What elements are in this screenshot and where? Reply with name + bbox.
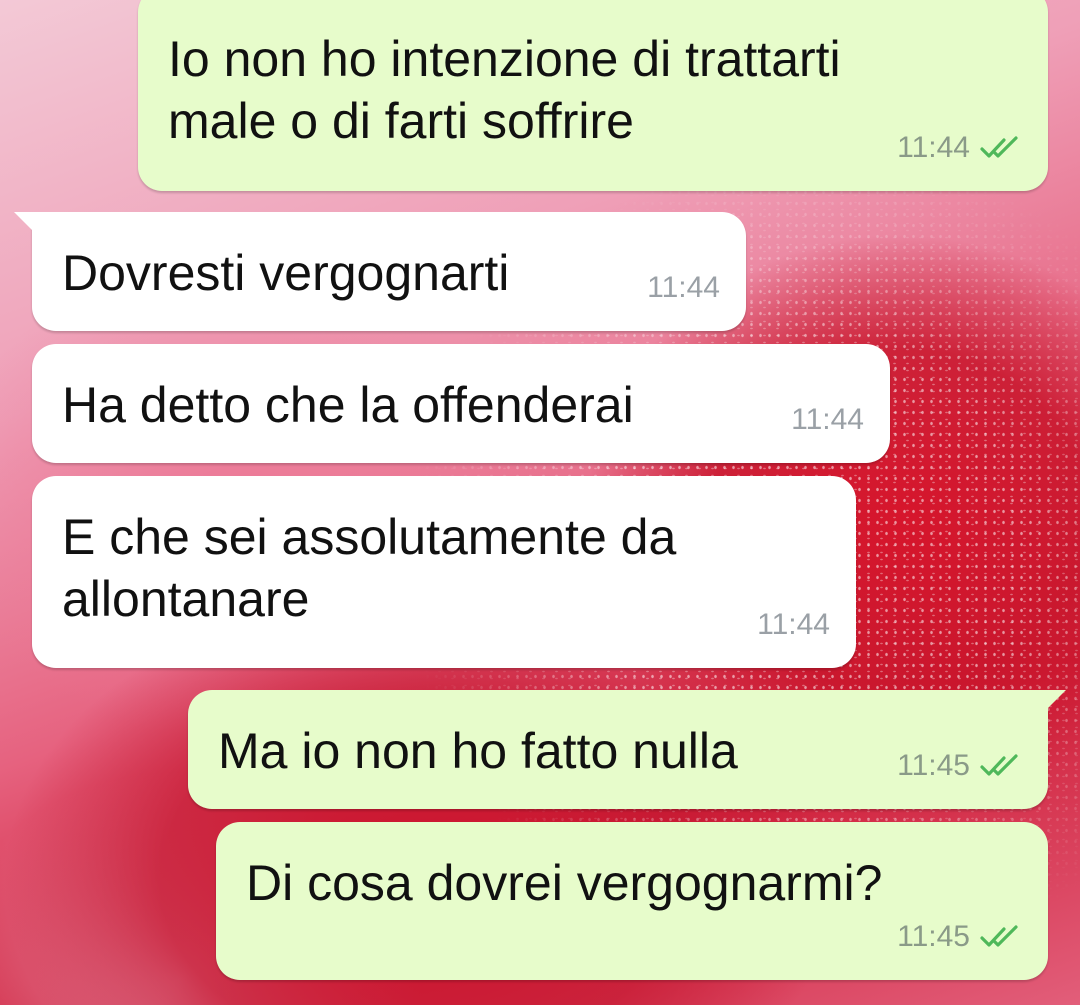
- message-time: 11:45: [897, 920, 970, 953]
- message-meta: 11:44: [897, 117, 1022, 179]
- message-time: 11:44: [897, 131, 970, 164]
- message-meta: 11:45: [897, 735, 1022, 797]
- double-check-icon: [980, 754, 1022, 778]
- message-text: Io non ho intenzione di trattarti male o…: [168, 31, 841, 149]
- message-time: 11:44: [647, 271, 720, 304]
- message-text: Di cosa dovrei vergognarmi?: [246, 855, 883, 911]
- double-check-icon: [980, 136, 1022, 160]
- message-time: 11:45: [897, 749, 970, 782]
- message-bubble-incoming[interactable]: Dovresti vergognarti 11:44: [14, 212, 746, 331]
- message-time: 11:44: [757, 608, 830, 641]
- message-meta: 11:45: [897, 906, 1022, 968]
- message-text: E che sei assolutamente da allontanare: [62, 509, 677, 627]
- message-meta: 11:44: [647, 257, 720, 319]
- message-bubble-incoming[interactable]: E che sei assolutamente da allontanare 1…: [32, 476, 856, 668]
- message-meta: 11:44: [757, 594, 830, 656]
- double-check-icon: [980, 925, 1022, 949]
- message-text: Dovresti vergognarti: [62, 245, 510, 301]
- message-time: 11:44: [791, 403, 864, 436]
- message-text: Ha detto che la offenderai: [62, 377, 634, 433]
- message-text: Ma io non ho fatto nulla: [218, 723, 738, 779]
- message-bubble-outgoing[interactable]: Io non ho intenzione di trattarti male o…: [138, 0, 1048, 191]
- message-meta: 11:44: [791, 389, 864, 451]
- message-bubble-outgoing[interactable]: Di cosa dovrei vergognarmi? 11:45: [216, 822, 1048, 980]
- message-bubble-outgoing[interactable]: Ma io non ho fatto nulla 11:45: [188, 690, 1066, 809]
- message-bubble-incoming[interactable]: Ha detto che la offenderai 11:44: [32, 344, 890, 463]
